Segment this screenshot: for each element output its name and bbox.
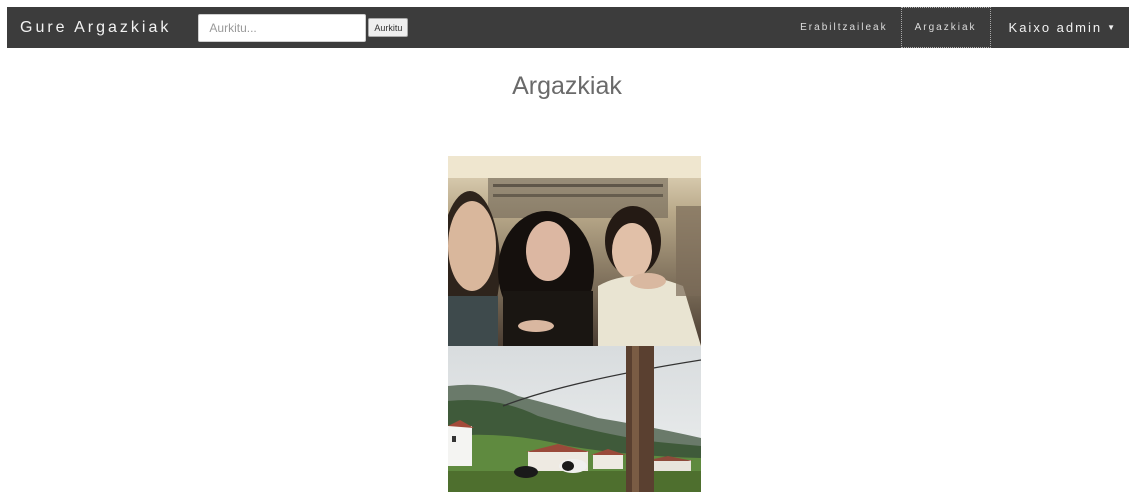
search-form: Aurkitu bbox=[198, 13, 409, 42]
photo-image-landscape bbox=[448, 346, 701, 492]
search-input[interactable] bbox=[198, 13, 367, 42]
user-menu-label: Kaixo admin bbox=[1008, 20, 1103, 35]
nav-item-users[interactable]: Erabiltzaileak bbox=[787, 7, 900, 48]
top-navbar: Gure Argazkiak Aurkitu Erabiltzaileak Ar… bbox=[7, 7, 1129, 48]
page-title: Argazkiak bbox=[512, 72, 622, 100]
photo-thumbnail[interactable] bbox=[448, 346, 701, 492]
nav-item-photos[interactable]: Argazkiak bbox=[900, 7, 991, 48]
photo-image-friends bbox=[448, 156, 701, 346]
brand-logo[interactable]: Gure Argazkiak bbox=[20, 19, 171, 37]
search-button[interactable]: Aurkitu bbox=[368, 18, 409, 37]
nav-menu: Erabiltzaileak Argazkiak Kaixo admin ▼ bbox=[787, 7, 1129, 48]
photo-thumbnail[interactable] bbox=[448, 156, 701, 346]
caret-down-icon: ▼ bbox=[1107, 23, 1117, 32]
user-menu-dropdown[interactable]: Kaixo admin ▼ bbox=[991, 7, 1129, 48]
